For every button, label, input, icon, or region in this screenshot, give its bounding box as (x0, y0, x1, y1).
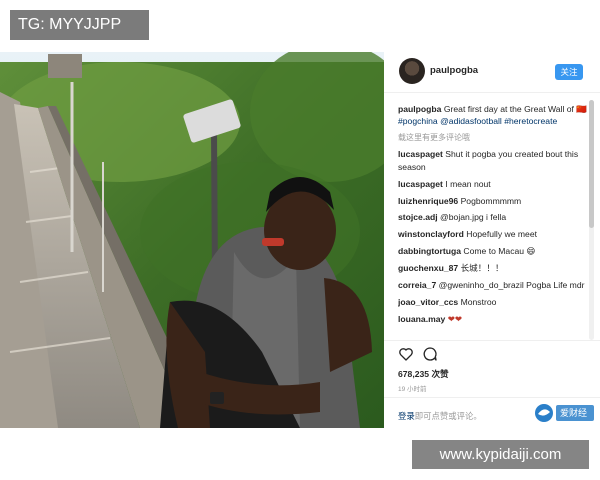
hashtag-link[interactable]: #pogchina (398, 116, 438, 126)
post-panel: paulpogba 关注 paulpogba Great first day a… (384, 52, 600, 428)
comment-username[interactable]: joao_vitor_ccs (398, 297, 458, 307)
post-photo (0, 52, 384, 428)
comment-item: correia_7 @gweninho_do_brazil Pogba Life… (398, 279, 588, 291)
heart-icon[interactable] (398, 346, 414, 362)
comment-text: 长城！！！ (460, 263, 504, 274)
divider (384, 397, 600, 398)
comment-username[interactable]: lucaspaget (398, 179, 443, 189)
comment-username[interactable]: lucaspaget (398, 149, 443, 159)
divider (384, 92, 600, 93)
comment-item: guochenxu_87 长城！！！ (398, 262, 588, 274)
comment-username[interactable]: guochenxu_87 (398, 263, 458, 273)
watermark-tag: TG: MYYJJPP (10, 10, 149, 40)
caption: paulpogba Great first day at the Great W… (398, 103, 588, 128)
comment-item: winstonclayford Hopefully we meet (398, 228, 588, 240)
comment-item: louana.may ❤❤ (398, 313, 588, 325)
site-logo: 爱财经 (534, 402, 596, 424)
comment-text: ❤❤ (447, 313, 463, 324)
post-header: paulpogba 关注 (384, 52, 600, 92)
comment-username[interactable]: luizhenrique96 (398, 196, 458, 206)
comment-text: Hopefully we meet (466, 229, 537, 240)
comments-scrollbar[interactable] (589, 100, 594, 340)
load-more-comments[interactable]: 载这里有更多评论哦 (398, 132, 588, 144)
comment-username[interactable]: winstonclayford (398, 229, 464, 239)
comment-text: Pogbommmmm (460, 195, 522, 206)
comment-item: luizhenrique96 Pogbommmmm (398, 195, 588, 207)
follow-button[interactable]: 关注 (555, 64, 583, 80)
great-wall-photo (0, 52, 384, 428)
comment-username[interactable]: correia_7 (398, 280, 436, 290)
mention-link[interactable]: @adidasfootball (440, 116, 502, 126)
comment-item: stojce.adj @bojan.jpg i fella (398, 211, 588, 223)
post-username[interactable]: paulpogba (430, 65, 478, 76)
login-prompt-text: 即可点赞或评论。 (414, 411, 482, 421)
comment-icon[interactable] (422, 346, 438, 362)
comment-text: @bojan.jpg i fella (440, 212, 507, 223)
comment-username[interactable]: dabbingtortuga (398, 246, 461, 256)
scrollbar-thumb[interactable] (589, 100, 594, 228)
login-link[interactable]: 登录 (398, 411, 415, 421)
comment-text: I mean nout (445, 178, 491, 189)
comment-item: lucaspaget I mean nout (398, 178, 588, 190)
comment-text: @gweninho_do_brazil Pogba Life mdr (438, 280, 585, 291)
like-count: 678,235 次赞 (398, 369, 449, 379)
comment-username[interactable]: louana.may (398, 314, 445, 324)
comment-text: Come to Macau 😄 (463, 246, 536, 257)
comment-item: joao_vitor_ccs Monstroo (398, 296, 588, 308)
comment-list: paulpogba Great first day at the Great W… (398, 103, 588, 335)
comment-item: dabbingtortuga Come to Macau 😄 (398, 245, 588, 257)
avatar[interactable] (399, 58, 425, 84)
hashtag-link[interactable]: #heretocreate (504, 116, 557, 126)
comment-username[interactable]: stojce.adj (398, 212, 438, 222)
logo-text: 爱财经 (560, 408, 588, 418)
comment-item: lucaspaget Shut it pogba you created bou… (398, 148, 588, 173)
post-time: 19 小时前 (398, 386, 427, 393)
site-watermark: www.kypidaiji.com (412, 440, 589, 469)
login-prompt: 登录即可点赞或评论。 (398, 410, 482, 422)
divider (384, 340, 600, 341)
caption-text: Great first day at the Great Wall of 🇨🇳 (443, 104, 587, 114)
comment-text: Monstroo (460, 296, 497, 307)
caption-username[interactable]: paulpogba (398, 104, 441, 114)
